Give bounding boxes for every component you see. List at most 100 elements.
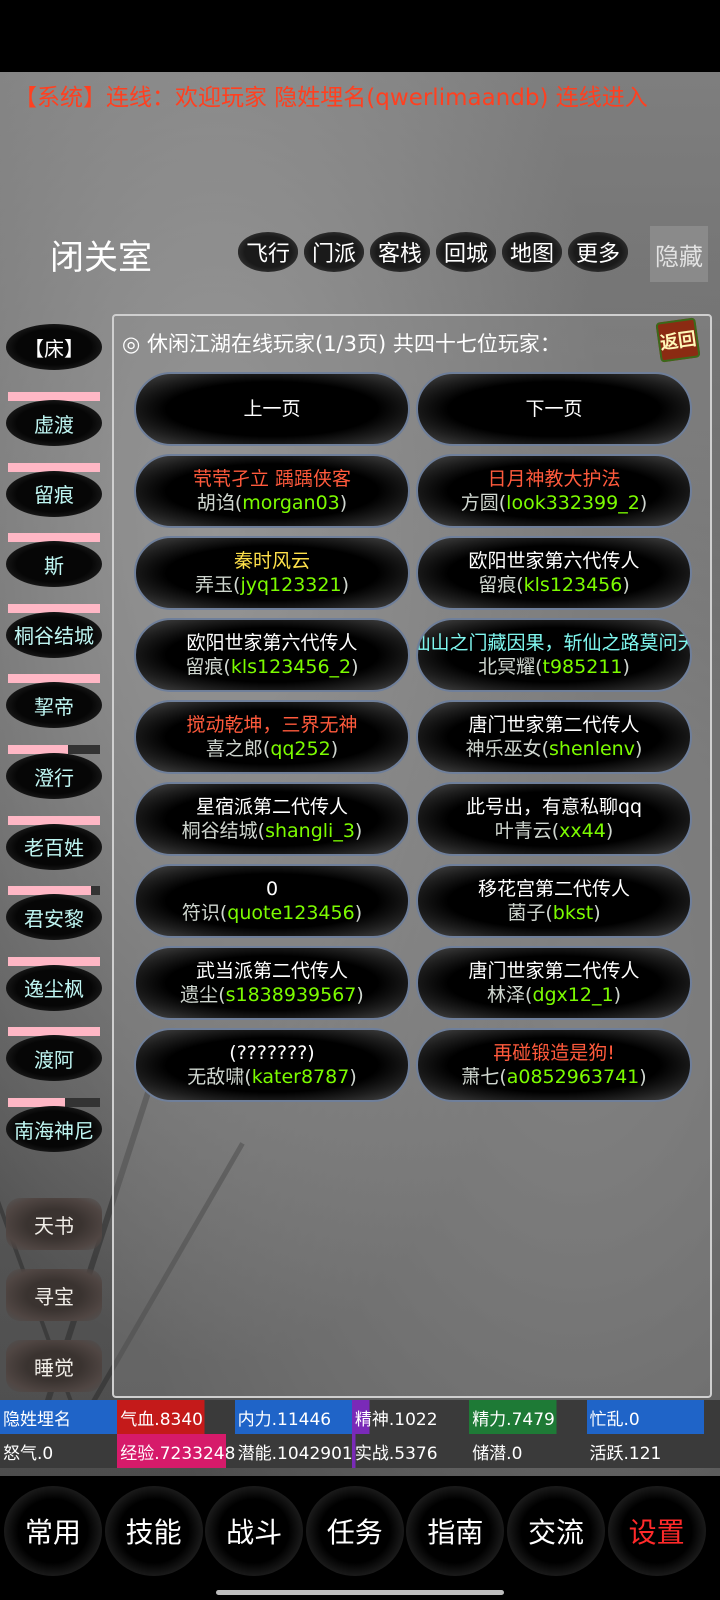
player-name-line: 喜之郎(qq252) [206, 737, 338, 761]
player-title: 移花宫第二代传人 [477, 878, 630, 900]
player-id: kls123456 [523, 574, 623, 596]
stat-cell: 隐姓埋名 [0, 1400, 117, 1434]
player-button[interactable]: 唐门世家第二代传人 林泽(dgx12_1) [416, 946, 692, 1020]
player-id: jyq123321 [240, 574, 342, 596]
player-button[interactable]: 0 符识(quote123456) [134, 864, 410, 938]
player-id: shenlenv [549, 738, 635, 760]
bottom-nav-button[interactable]: 指南 [406, 1486, 505, 1576]
player-title: 0 [265, 878, 279, 900]
player-button[interactable]: 日月神教大护法 方圆(look332399_2) [416, 454, 692, 528]
paren: ) [341, 574, 349, 596]
player-button[interactable]: 移花宫第二代传人 菌子(bkst) [416, 864, 692, 938]
home-indicator [216, 1590, 504, 1595]
prev-page-button[interactable]: 上一页 [134, 372, 410, 446]
panel-title: ◎ 休闲江湖在线玩家(1/3页) 共四十七位玩家： [122, 332, 561, 356]
player-button[interactable]: 唐门世家第二代传人 神乐巫女(shenlenv) [416, 700, 692, 774]
player-button[interactable]: 搅动乾坤，三界无神 喜之郎(qq252) [134, 700, 410, 774]
player-name-line: 无敌啸(kater8787) [187, 1065, 356, 1089]
player-id: dgx12_1 [532, 984, 614, 1006]
sidebar-action-button[interactable]: 睡觉 [6, 1340, 102, 1392]
bottom-nav-button[interactable]: 技能 [104, 1486, 203, 1576]
sidebar-character[interactable]: 留痕 [6, 470, 102, 517]
player-id: look332399_2 [506, 492, 640, 514]
paren: ) [622, 574, 630, 596]
top-menu-button[interactable]: 客栈 [370, 232, 430, 272]
stat-label: 忙乱.0 [589, 1409, 640, 1430]
player-button[interactable]: 欧阳世家第六代传人 留痕(kls123456_2) [134, 618, 410, 692]
player-name-line: 符识(quote123456) [182, 901, 362, 925]
paren: ) [330, 738, 339, 760]
bottom-nav-button[interactable]: 战斗 [205, 1486, 304, 1576]
player-button[interactable]: 茕茕孑立 踽踽侠客 胡诌(morgan03) [134, 454, 410, 528]
hide-button[interactable]: 隐藏 [650, 226, 708, 282]
player-name: 留痕 [478, 574, 517, 596]
system-message: 【系统】连线：欢迎玩家 隐姓埋名(qwerlimaandb) 连线进入 [14, 85, 648, 111]
player-title: 秦时风云 [233, 550, 310, 572]
sidebar-character[interactable]: 老百姓 [6, 823, 102, 870]
player-name-line: 叶青云(xx44) [495, 819, 614, 843]
sidebar-action-button[interactable]: 天书 [6, 1198, 102, 1250]
player-name: 符识 [181, 902, 220, 924]
player-button[interactable]: 秦时风云 弄玉(jyq123321) [134, 536, 410, 610]
bottom-nav-button[interactable]: 常用 [4, 1486, 102, 1576]
paren: ) [356, 984, 364, 1006]
player-name-line: 弄玉(jyq123321) [195, 573, 349, 597]
paren: ( [516, 574, 524, 596]
player-title: 武当派第二代传人 [195, 960, 348, 982]
top-menu-button[interactable]: 门派 [304, 232, 364, 272]
player-button[interactable]: 仙山之门藏因果，斩仙之路莫问天 北冥耀(t985211) [416, 618, 692, 692]
bed-button[interactable]: 【床】 [6, 324, 102, 370]
sidebar-character[interactable]: 南海神尼 [6, 1106, 102, 1152]
player-button[interactable]: 再碰锻造是狗! 萧七(a0852963741) [416, 1028, 692, 1102]
sidebar-character[interactable]: 逸尘枫 [6, 964, 102, 1011]
sidebar-character[interactable]: 斯 [6, 541, 102, 588]
stat-cell: 精力.7479 [469, 1400, 587, 1434]
sidebar-action-button[interactable]: 寻宝 [6, 1269, 102, 1321]
player-name: 留痕 [185, 656, 224, 678]
stat-label: 精神.1022 [354, 1409, 438, 1430]
player-id: quote123456 [227, 902, 355, 924]
player-title: 仙山之门藏因果，斩仙之路莫问天 [416, 632, 692, 654]
player-id: t985211 [542, 656, 623, 678]
stat-label: 实战.5376 [354, 1443, 438, 1464]
player-button[interactable]: 欧阳世家第六代传人 留痕(kls123456) [416, 536, 692, 610]
top-menu-button[interactable]: 更多 [568, 232, 628, 272]
paren: ) [605, 820, 614, 842]
player-name-line: 神乐巫女(shenlenv) [466, 737, 643, 761]
player-button[interactable]: 此号出，有意私聊qq 叶青云(xx44) [416, 782, 692, 856]
stat-cell: 实战.5376 [351, 1434, 469, 1468]
bottom-nav-button[interactable]: 任务 [305, 1486, 404, 1576]
room-name: 闭关室 [50, 238, 152, 278]
stat-label: 隐姓埋名 [3, 1409, 71, 1430]
paren: ) [339, 492, 348, 514]
player-button[interactable]: 武当派第二代传人 遗尘(s1838939567) [134, 946, 410, 1020]
player-name: 无敌啸 [187, 1066, 245, 1088]
player-name-line: 菌子(bkst) [507, 901, 600, 925]
stat-cell: 潜能.10429015 [235, 1434, 364, 1468]
bottom-nav-button[interactable]: 设置 [607, 1486, 706, 1576]
bottom-nav-button[interactable]: 交流 [507, 1486, 605, 1576]
stat-cell: 储潜.0 [469, 1434, 586, 1468]
player-name-line: 北冥耀(t985211) [478, 655, 630, 679]
top-menu-button[interactable]: 地图 [502, 232, 562, 272]
player-button[interactable]: 星宿派第二代传人 桐谷结城(shangli_3) [134, 782, 410, 856]
stat-label: 怒气.0 [3, 1443, 54, 1464]
sidebar-character[interactable]: 澄行 [6, 753, 102, 799]
sidebar-character[interactable]: 桐谷结城 [6, 611, 102, 658]
back-icon[interactable]: 返回 [655, 317, 701, 363]
player-name: 叶青云 [494, 820, 552, 842]
top-menu-button[interactable]: 回城 [436, 232, 496, 272]
stat-label: 储潜.0 [472, 1443, 523, 1464]
player-button[interactable]: (???????) 无敌啸(kater8787) [134, 1028, 410, 1102]
sidebar-character[interactable]: 君安黎 [6, 894, 102, 941]
player-name: 桐谷结城 [181, 820, 258, 842]
stat-label: 内力.11446 [237, 1409, 332, 1430]
prev-page-label: 上一页 [243, 398, 301, 420]
paren: ) [349, 1066, 357, 1088]
next-page-button[interactable]: 下一页 [416, 372, 692, 446]
paren: ( [545, 902, 553, 924]
top-menu-button[interactable]: 飞行 [238, 232, 298, 272]
sidebar-character[interactable]: 虚渡 [6, 400, 102, 446]
stat-cell: 忙乱.0 [586, 1400, 704, 1434]
player-id: s1838939567 [225, 984, 357, 1006]
